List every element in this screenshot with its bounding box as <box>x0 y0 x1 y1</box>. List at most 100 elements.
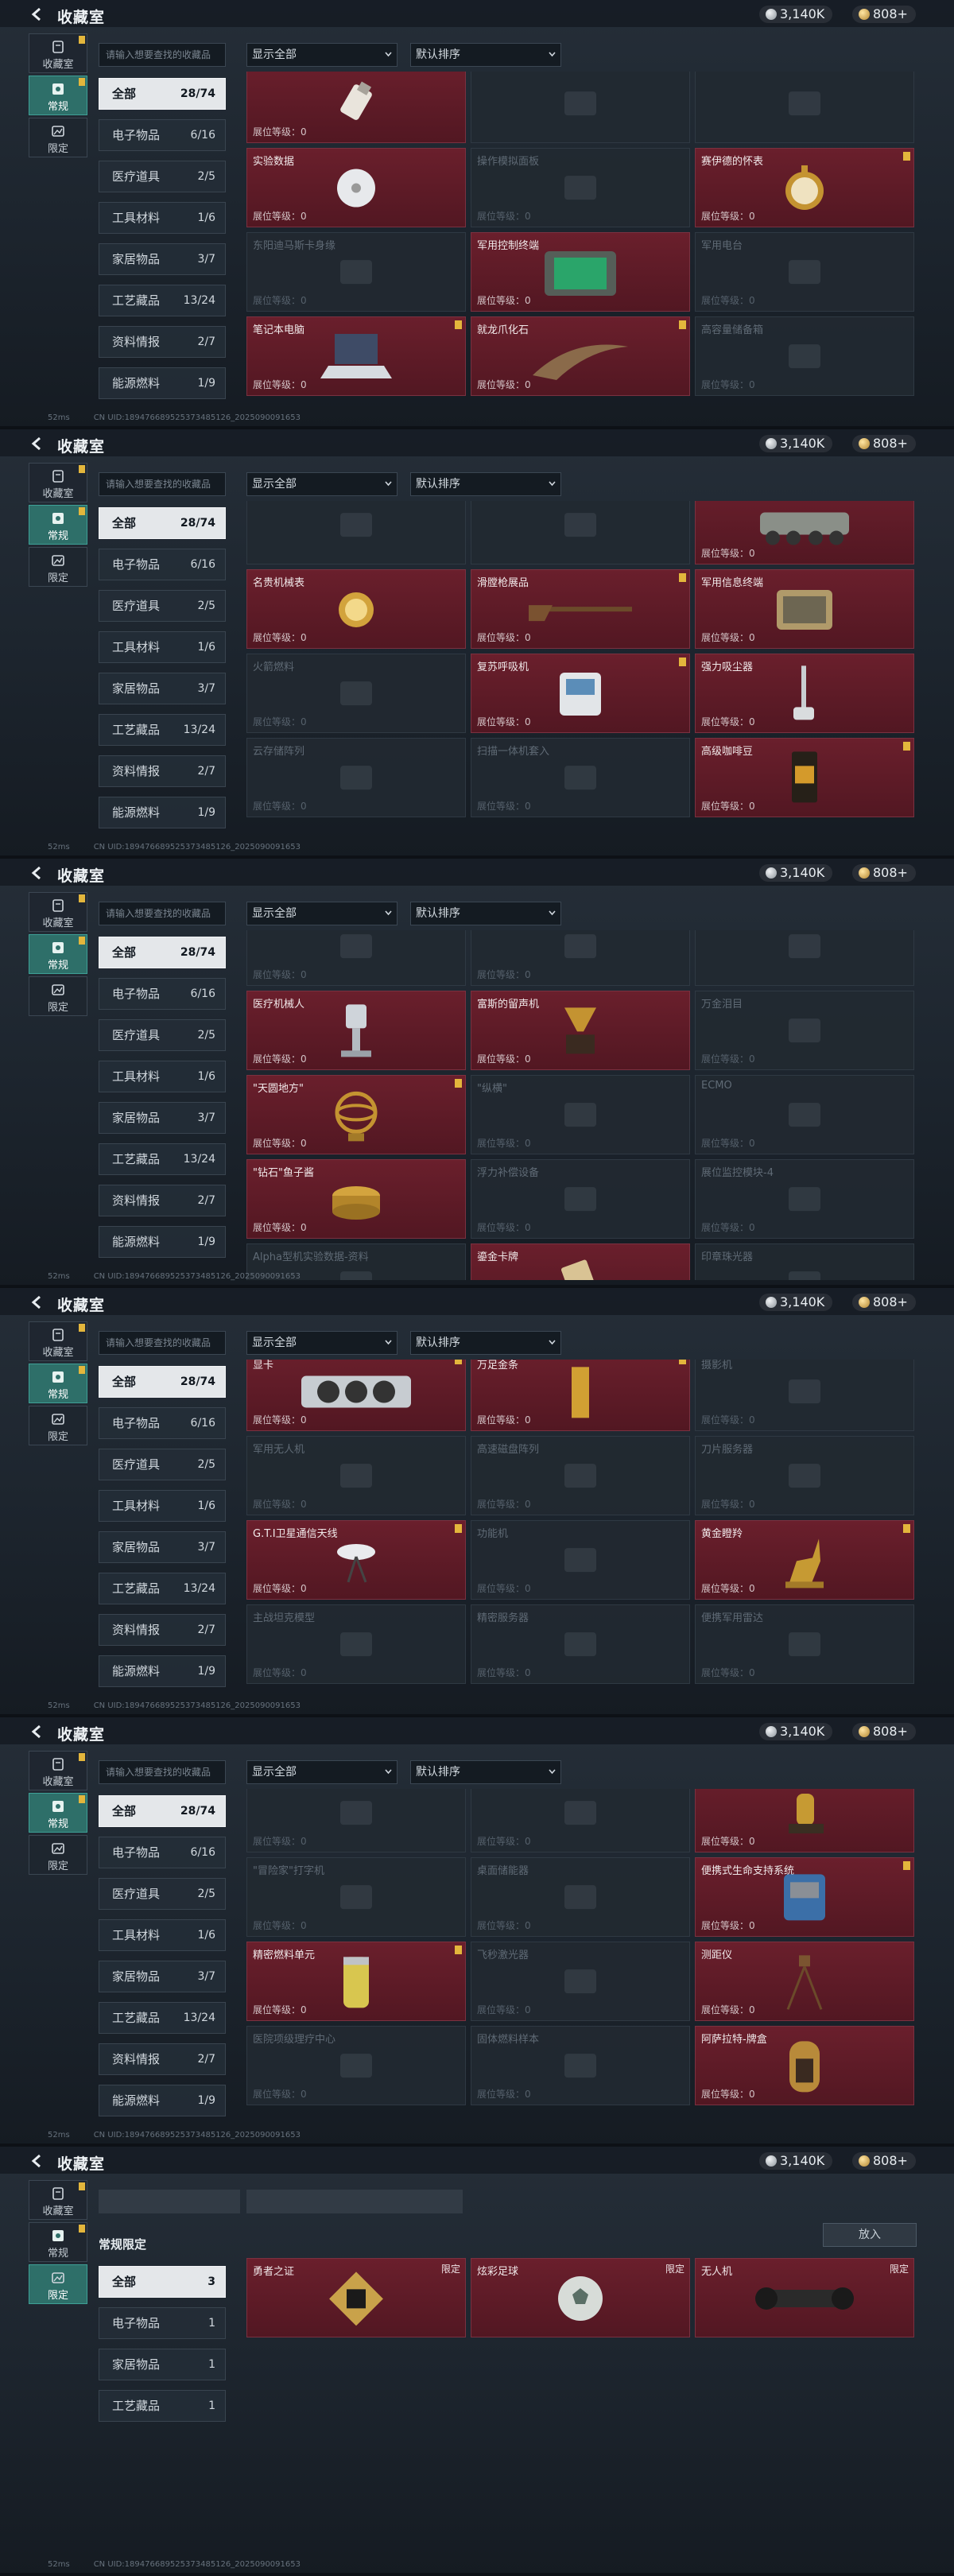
back-button[interactable] <box>30 436 45 451</box>
sidenav-item-collection[interactable]: 收藏室 <box>29 892 87 932</box>
collectible-card[interactable]: 东阳迪马斯卡身缘 展位等级：0 <box>246 232 466 312</box>
gold-currency[interactable]: 808+ <box>852 864 916 882</box>
collectible-card[interactable]: 功能机 展位等级：0 <box>471 1520 690 1600</box>
collectible-card[interactable]: 浮力补偿设备 展位等级：0 <box>471 1159 690 1239</box>
silver-currency[interactable]: 3,140K <box>759 435 833 452</box>
search-input[interactable] <box>99 472 226 496</box>
collectible-card[interactable]: 军用控制终端 展位等级：0 <box>471 232 690 312</box>
category-item[interactable]: 医疗道具 2/5 <box>99 1449 226 1480</box>
sidenav-item-limited[interactable]: 限定 <box>29 1835 87 1875</box>
collectible-card[interactable]: 扫描一体机套入 展位等级：0 <box>471 738 690 817</box>
category-item[interactable]: 资料情报 2/7 <box>99 1185 226 1216</box>
category-item[interactable]: 家居物品 3/7 <box>99 1961 226 1992</box>
show-all-dropdown[interactable]: 显示全部 <box>246 902 398 925</box>
gold-currency[interactable]: 808+ <box>852 6 916 23</box>
collectible-card[interactable]: 名贵机械表 展位等级：0 <box>246 569 466 649</box>
limited-card[interactable]: 勇者之证 限定 <box>246 2258 466 2337</box>
back-button[interactable] <box>30 2154 45 2168</box>
collectible-card[interactable]: 富斯的留声机 展位等级：0 <box>471 991 690 1070</box>
collectible-card[interactable]: 展位监控模块-4 展位等级：0 <box>695 1159 914 1239</box>
collectible-card[interactable]: 军用电台 展位等级：0 <box>695 232 914 312</box>
sort-dropdown[interactable]: 默认排序 <box>410 472 561 496</box>
sidenav-item-limited[interactable]: 限定 <box>29 547 87 587</box>
collectible-card[interactable] <box>471 501 690 564</box>
collectible-card[interactable]: 展位等级：0 <box>246 1789 466 1852</box>
collectible-card[interactable]: "冒险家"打字机 展位等级：0 <box>246 1857 466 1937</box>
collectible-card[interactable]: 军用无人机 展位等级：0 <box>246 1436 466 1515</box>
limited-card[interactable]: 无人机 限定 <box>695 2258 914 2337</box>
back-button[interactable] <box>30 866 45 880</box>
category-item[interactable]: 电子物品 1 <box>99 2307 226 2339</box>
collectible-card[interactable]: 精密燃料单元 展位等级：0 <box>246 1942 466 2021</box>
category-item[interactable]: 家居物品 1 <box>99 2349 226 2380</box>
sidenav-item-regular[interactable]: 常规 <box>29 2222 87 2262</box>
back-button[interactable] <box>30 1724 45 1739</box>
search-input[interactable] <box>99 1331 226 1355</box>
category-item[interactable]: 家居物品 3/7 <box>99 673 226 704</box>
sidenav-item-collection[interactable]: 收藏室 <box>29 1321 87 1361</box>
collectible-card[interactable]: 展位等级：0 <box>246 72 466 143</box>
filter-placeholder-bar[interactable] <box>246 2190 463 2213</box>
sidenav-item-collection[interactable]: 收藏室 <box>29 1751 87 1790</box>
search-input[interactable] <box>99 1760 226 1784</box>
collectible-card[interactable]: ECMO 展位等级：0 <box>695 1075 914 1154</box>
collectible-card[interactable]: 印章珠光器 <box>695 1243 914 1280</box>
search-input[interactable] <box>99 43 226 67</box>
category-item[interactable]: 电子物品 6/16 <box>99 1837 226 1868</box>
collectible-card[interactable]: 万金泪目 展位等级：0 <box>695 991 914 1070</box>
sidenav-item-regular[interactable]: 常规 <box>29 934 87 974</box>
sidenav-item-regular[interactable]: 常规 <box>29 1364 87 1403</box>
sidenav-item-regular[interactable]: 常规 <box>29 76 87 115</box>
sidenav-item-collection[interactable]: 收藏室 <box>29 463 87 502</box>
category-item[interactable]: 全部 28/74 <box>99 937 226 968</box>
category-item[interactable]: 电子物品 6/16 <box>99 549 226 580</box>
sidenav-item-collection[interactable]: 收藏室 <box>29 2180 87 2220</box>
category-item[interactable]: 工艺藏品 13/24 <box>99 2002 226 2034</box>
category-item[interactable]: 能源燃料 1/9 <box>99 367 226 399</box>
collectible-card[interactable]: G.T.I卫星通信天线 展位等级：0 <box>246 1520 466 1600</box>
gold-currency[interactable]: 808+ <box>852 1723 916 1740</box>
category-item[interactable]: 全部 28/74 <box>99 1366 226 1398</box>
category-item[interactable]: 资料情报 2/7 <box>99 326 226 358</box>
collectible-card[interactable] <box>695 72 914 143</box>
show-all-dropdown[interactable]: 显示全部 <box>246 472 398 496</box>
category-item[interactable]: 工艺藏品 13/24 <box>99 1573 226 1604</box>
sidenav-item-regular[interactable]: 常规 <box>29 505 87 545</box>
collectible-card[interactable]: 实验数据 展位等级：0 <box>246 148 466 227</box>
collectible-card[interactable]: 显卡 展位等级：0 <box>246 1360 466 1431</box>
collectible-card[interactable]: 阿萨拉特-牌盒 展位等级：0 <box>695 2026 914 2105</box>
category-item[interactable]: 医疗道具 2/5 <box>99 1019 226 1051</box>
collectible-card[interactable]: 展位等级：0 <box>471 930 690 986</box>
show-all-dropdown[interactable]: 显示全部 <box>246 1760 398 1784</box>
category-item[interactable]: 工具材料 1/6 <box>99 1061 226 1092</box>
collectible-card[interactable]: 摄影机 展位等级：0 <box>695 1360 914 1431</box>
category-item[interactable]: 医疗道具 2/5 <box>99 1878 226 1910</box>
collectible-card[interactable]: "纵横" 展位等级：0 <box>471 1075 690 1154</box>
collectible-card[interactable]: "天圆地方" 展位等级：0 <box>246 1075 466 1154</box>
collectible-card[interactable] <box>246 501 466 564</box>
sort-dropdown[interactable]: 默认排序 <box>410 1331 561 1355</box>
sidenav-item-collection[interactable]: 收藏室 <box>29 33 87 73</box>
category-item[interactable]: 能源燃料 1/9 <box>99 2085 226 2116</box>
collectible-card[interactable]: 主战坦克模型 展位等级：0 <box>246 1604 466 1684</box>
collectible-card[interactable]: 复苏呼吸机 展位等级：0 <box>471 654 690 733</box>
category-item[interactable]: 医疗道具 2/5 <box>99 590 226 622</box>
collectible-card[interactable]: 展位等级：0 <box>246 930 466 986</box>
collectible-card[interactable]: 医疗机械人 展位等级：0 <box>246 991 466 1070</box>
gold-currency[interactable]: 808+ <box>852 2152 916 2170</box>
category-item[interactable]: 工具材料 1/6 <box>99 1490 226 1522</box>
collectible-card[interactable]: 笔记本电脑 展位等级：0 <box>246 316 466 396</box>
sidenav-item-limited[interactable]: 限定 <box>29 976 87 1016</box>
sidenav-item-limited[interactable]: 限定 <box>29 2264 87 2304</box>
collectible-card[interactable]: 鎏金卡牌 <box>471 1243 690 1280</box>
category-item[interactable]: 工艺藏品 13/24 <box>99 1143 226 1175</box>
collectible-card[interactable]: "钻石"鱼子酱 展位等级：0 <box>246 1159 466 1239</box>
collectible-card[interactable]: 飞秒激光器 展位等级：0 <box>471 1942 690 2021</box>
category-item[interactable]: 电子物品 6/16 <box>99 119 226 151</box>
search-input[interactable] <box>99 902 226 925</box>
back-button[interactable] <box>30 1295 45 1309</box>
category-item[interactable]: 工艺藏品 13/24 <box>99 285 226 316</box>
collectible-card[interactable]: 精密服务器 展位等级：0 <box>471 1604 690 1684</box>
collectible-card[interactable]: 滑膛枪展品 展位等级：0 <box>471 569 690 649</box>
silver-currency[interactable]: 3,140K <box>759 1294 833 1311</box>
